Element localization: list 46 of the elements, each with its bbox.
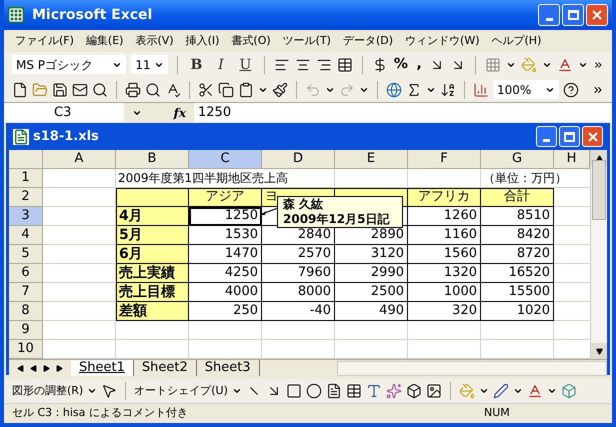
cell-text: 250	[233, 302, 258, 320]
cell-text: 2990	[370, 264, 404, 282]
cell-text: 3120	[370, 245, 404, 264]
cell-text: 2009年度第1四半期地区売上高	[118, 169, 288, 187]
cell-text: 7960	[298, 264, 331, 282]
cell-text: 8510	[516, 207, 550, 226]
cell-text: 2840	[298, 226, 331, 244]
cell-text: 2500	[370, 283, 404, 302]
cell-text: 320	[452, 302, 477, 320]
cell-text: 4250	[224, 264, 258, 282]
cell-text: 差額	[119, 302, 147, 320]
cell-text: 6月	[119, 244, 143, 264]
cell-text: アジア	[206, 188, 244, 206]
cell-text: 16520	[508, 264, 550, 282]
cell-text: 合計	[504, 188, 530, 206]
window-title: Microsoft Excel	[32, 6, 154, 24]
cell-text: 1560	[444, 245, 477, 264]
cell-text: 1260	[444, 207, 477, 226]
cell-text: 4000	[224, 283, 258, 302]
cell-text: 490	[379, 302, 404, 320]
cell-text: 1320	[444, 264, 477, 282]
cell-text: 2890	[370, 226, 404, 244]
cell-text: 1000	[444, 283, 477, 302]
cell-text: 8720	[516, 245, 550, 264]
status-message: セル C3 : hisa によるコメント付き	[12, 405, 189, 422]
cell-text: 売上実績	[119, 264, 175, 282]
cell-text: 1530	[224, 226, 258, 244]
cell-text: 1160	[444, 226, 477, 244]
cell-text: 1470	[224, 245, 258, 264]
cell-text: 1250	[224, 207, 258, 226]
cell-text: 5月	[119, 226, 143, 244]
fx-label: fx	[174, 104, 186, 122]
cell-text: 4月	[119, 206, 143, 226]
cell-text: 売上目標	[119, 282, 175, 302]
cell-text: 15500	[508, 283, 550, 302]
cell-text: 2570	[298, 245, 331, 264]
workbook-title: s18-1.xls	[33, 128, 100, 146]
cell-text: 8420	[516, 226, 550, 244]
cell-text: アフリカ	[418, 188, 470, 206]
comment-author: 森 久紘	[283, 197, 324, 212]
comment-text: 2009年12月5日記	[283, 212, 390, 227]
cell-text: ヨ	[265, 188, 278, 206]
num-lock-indicator: NUM	[484, 405, 511, 422]
cell-text: -40	[310, 302, 331, 320]
cell-text: 8000	[298, 283, 331, 302]
cell-text: 1020	[516, 302, 550, 320]
